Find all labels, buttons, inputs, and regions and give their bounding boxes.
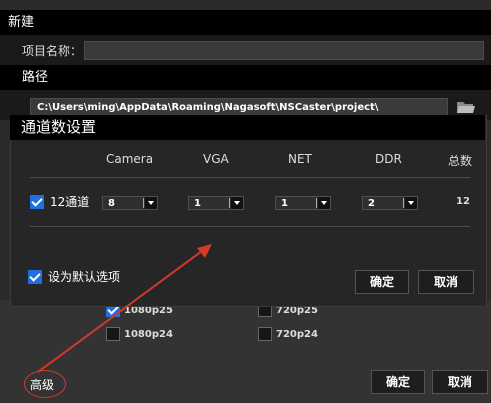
default-option[interactable]: 设为默认选项 <box>28 268 120 285</box>
project-name-row: 项目名称： <box>0 35 491 65</box>
net-select[interactable]: 1 <box>275 196 331 210</box>
column-camera: Camera <box>106 152 154 166</box>
chevron-down-icon[interactable] <box>231 197 243 209</box>
resolution-option[interactable]: 720p24 <box>258 327 318 341</box>
total-value: 12 <box>456 196 470 207</box>
select-value: 1 <box>194 198 201 209</box>
resolution-checkbox[interactable] <box>106 327 120 341</box>
vga-select[interactable]: 1 <box>188 196 244 210</box>
channel-checkbox[interactable] <box>30 194 44 209</box>
select-value: 8 <box>108 198 115 209</box>
default-checkbox[interactable] <box>28 269 42 284</box>
resolution-option[interactable]: 1080p24 <box>106 327 173 341</box>
column-total: 总数 <box>448 154 473 168</box>
channel-option[interactable]: 12通道 <box>30 193 89 210</box>
camera-select[interactable]: 8 <box>102 196 158 210</box>
project-name-input[interactable] <box>84 41 484 60</box>
cancel-button[interactable]: 取消 <box>432 370 488 394</box>
column-vga: VGA <box>203 152 229 166</box>
resolution-label: 1080p24 <box>124 328 173 340</box>
dialog-title: 通道数设置 <box>10 115 485 140</box>
select-separator <box>403 198 404 208</box>
chevron-down-icon[interactable] <box>318 197 330 209</box>
select-value: 1 <box>281 198 288 209</box>
dialog-ok-button[interactable]: 确定 <box>355 270 409 294</box>
column-net: NET <box>288 152 312 166</box>
resolution-checkbox[interactable] <box>258 327 272 341</box>
column-ddr: DDR <box>375 152 402 166</box>
folder-icon[interactable] <box>457 101 475 113</box>
ddr-select[interactable]: 2 <box>362 196 418 210</box>
resolution-label: 720p24 <box>276 328 318 340</box>
divider <box>30 226 470 227</box>
chevron-down-icon[interactable] <box>405 197 417 209</box>
window-title: 新建 <box>0 10 491 35</box>
select-separator <box>316 198 317 208</box>
select-separator <box>143 198 144 208</box>
annotation-circle <box>24 370 66 398</box>
select-separator <box>229 198 230 208</box>
channel-label: 12通道 <box>50 195 90 209</box>
default-label: 设为默认选项 <box>48 270 121 284</box>
ok-button[interactable]: 确定 <box>371 370 425 394</box>
chevron-down-icon[interactable] <box>145 197 157 209</box>
path-section-title: 路径 <box>0 65 491 90</box>
select-value: 2 <box>368 198 375 209</box>
dialog-cancel-button[interactable]: 取消 <box>418 270 474 294</box>
project-name-label: 项目名称： <box>22 44 83 58</box>
divider <box>30 177 470 178</box>
